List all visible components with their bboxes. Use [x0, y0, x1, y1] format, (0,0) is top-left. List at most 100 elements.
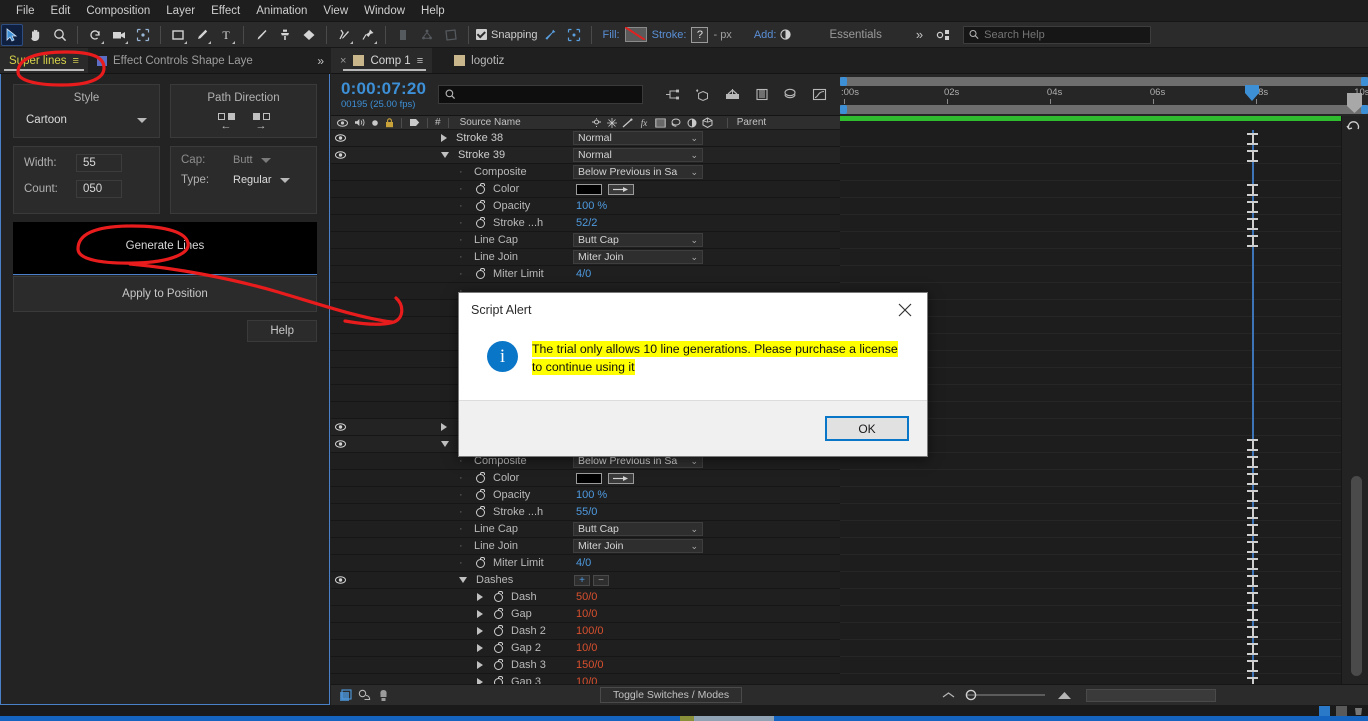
- search-help-box[interactable]: [963, 25, 1152, 44]
- apply-to-position-button[interactable]: Apply to Position: [13, 276, 317, 312]
- keyframe-marker[interactable]: [1247, 524, 1264, 536]
- stopwatch-icon[interactable]: [476, 267, 485, 279]
- grid-row[interactable]: [840, 215, 1368, 232]
- rotation-tool[interactable]: [84, 24, 106, 46]
- grid-row[interactable]: [840, 589, 1368, 606]
- table-row[interactable]: Gap 10/0: [331, 606, 840, 623]
- twirl-right-icon[interactable]: [477, 644, 483, 652]
- motion-blur-icon[interactable]: [671, 118, 682, 128]
- row-value[interactable]: 100 %: [576, 200, 607, 212]
- comp-frame-icon[interactable]: [339, 688, 352, 702]
- work-area-end-handle[interactable]: [1361, 77, 1368, 86]
- table-row[interactable]: · Color: [331, 470, 840, 487]
- fill-swatch[interactable]: [624, 27, 647, 42]
- workspace-name[interactable]: Essentials: [829, 29, 881, 41]
- adjustment-layer-icon[interactable]: [687, 118, 697, 128]
- row-dropdown[interactable]: Miter Join ⌄: [573, 539, 703, 553]
- frame-blend-icon[interactable]: [655, 118, 666, 128]
- table-row[interactable]: · Composite Below Previous in Sa ⌄: [331, 164, 840, 181]
- row-value[interactable]: 52/2: [576, 217, 597, 229]
- zoom-out-icon[interactable]: [942, 691, 955, 699]
- stopwatch-icon[interactable]: [476, 505, 485, 517]
- panel-menu-icon[interactable]: ≡: [417, 55, 423, 67]
- eye-icon[interactable]: [334, 576, 346, 584]
- row-value[interactable]: 150/0: [576, 659, 604, 671]
- work-area-start-handle[interactable]: [840, 77, 847, 86]
- table-row[interactable]: Dash 50/0: [331, 589, 840, 606]
- row-value[interactable]: 4/0: [576, 268, 591, 280]
- transform-handles-icon[interactable]: [563, 24, 585, 46]
- clone-stamp-tool[interactable]: [274, 24, 296, 46]
- keyframe-marker[interactable]: [1247, 677, 1264, 684]
- grid-row[interactable]: [840, 198, 1368, 215]
- row-value[interactable]: 100/0: [576, 625, 604, 637]
- keyframe-marker[interactable]: [1247, 218, 1264, 230]
- layers-stack-icon[interactable]: [783, 88, 798, 101]
- puppet-pin-tool[interactable]: [357, 24, 379, 46]
- grid-row[interactable]: [840, 674, 1368, 684]
- mask-feather-tool[interactable]: [392, 24, 414, 46]
- table-row[interactable]: Gap 2 10/0: [331, 640, 840, 657]
- color-swatch[interactable]: [576, 184, 602, 195]
- grid-row[interactable]: [840, 657, 1368, 674]
- row-visibility-toggle[interactable]: [331, 134, 349, 142]
- row-dropdown[interactable]: Butt Cap ⌄: [573, 522, 703, 536]
- eye-icon[interactable]: [334, 134, 346, 142]
- keyframe-marker[interactable]: [1247, 507, 1264, 519]
- work-area-bar-start-handle[interactable]: [840, 105, 847, 114]
- row-visibility-toggle[interactable]: [331, 423, 349, 431]
- eye-icon[interactable]: [334, 151, 346, 159]
- comp-marker-icon[interactable]: [1345, 92, 1364, 117]
- type-dropdown[interactable]: Regular: [233, 174, 290, 186]
- keyframe-marker[interactable]: [1247, 133, 1264, 145]
- eye-icon[interactable]: [334, 440, 346, 448]
- panel-menu-icon[interactable]: ≡: [73, 55, 79, 67]
- row-visibility-toggle[interactable]: [331, 440, 349, 448]
- grid-row[interactable]: [840, 130, 1368, 147]
- graph-editor-icon[interactable]: [812, 88, 827, 101]
- column-parent-label[interactable]: Parent: [737, 117, 766, 128]
- keyframe-marker[interactable]: [1247, 150, 1264, 162]
- grid-row[interactable]: [840, 232, 1368, 249]
- twirl-right-icon[interactable]: [477, 661, 483, 669]
- window-icon[interactable]: [1336, 705, 1347, 716]
- keyframe-marker[interactable]: [1247, 660, 1264, 672]
- eyedropper-button[interactable]: [608, 184, 634, 195]
- stopwatch-icon[interactable]: [494, 641, 503, 653]
- tab-logotiz[interactable]: logotiz: [432, 48, 513, 73]
- width-input[interactable]: 55: [76, 154, 122, 172]
- row-dropdown[interactable]: Normal ⌄: [573, 131, 703, 145]
- table-row[interactable]: Dash 2 100/0: [331, 623, 840, 640]
- menu-composition[interactable]: Composition: [78, 3, 158, 19]
- keyframe-marker[interactable]: [1247, 456, 1264, 468]
- row-visibility-toggle[interactable]: [331, 576, 349, 584]
- row-visibility-toggle[interactable]: [331, 151, 349, 159]
- table-row[interactable]: · Stroke ...h 52/2: [331, 215, 840, 232]
- keyframe-marker[interactable]: [1247, 473, 1264, 485]
- table-row[interactable]: Dash 3 150/0: [331, 657, 840, 674]
- keyframe-marker[interactable]: [1247, 235, 1264, 247]
- stopwatch-icon[interactable]: [476, 488, 485, 500]
- table-row[interactable]: Stroke 39 Normal ⌄: [331, 147, 840, 164]
- hide-shy-layers-icon[interactable]: [358, 689, 371, 702]
- zoom-in-icon[interactable]: [1057, 691, 1072, 700]
- menu-view[interactable]: View: [315, 3, 356, 19]
- table-row[interactable]: · Miter Limit 4/0: [331, 555, 840, 572]
- keyframe-marker[interactable]: [1247, 201, 1264, 213]
- timeline-horizontal-scrollbar[interactable]: [1086, 688, 1217, 702]
- current-time-display[interactable]: 0:00:07:20 00195 (25.00 fps): [331, 79, 426, 110]
- timeline-zoom-control[interactable]: [942, 689, 1072, 701]
- snap-pin-icon[interactable]: [539, 24, 561, 46]
- align-tool[interactable]: [416, 24, 438, 46]
- windows-icon[interactable]: [1319, 705, 1330, 716]
- path-direction-reverse-button[interactable]: ←: [217, 113, 235, 132]
- toggle-switches-modes-button[interactable]: Toggle Switches / Modes: [600, 687, 743, 703]
- style-dropdown[interactable]: Cartoon: [24, 113, 149, 127]
- time-ruler[interactable]: :00s 02s 04s 06s 08s 10s: [840, 74, 1368, 116]
- eyedropper-button[interactable]: [608, 473, 634, 484]
- eye-icon[interactable]: [334, 423, 346, 431]
- grid-row[interactable]: [840, 538, 1368, 555]
- row-dropdown[interactable]: Miter Join ⌄: [573, 250, 703, 264]
- keyframe-marker[interactable]: [1247, 609, 1264, 621]
- quality-icon[interactable]: [622, 118, 633, 128]
